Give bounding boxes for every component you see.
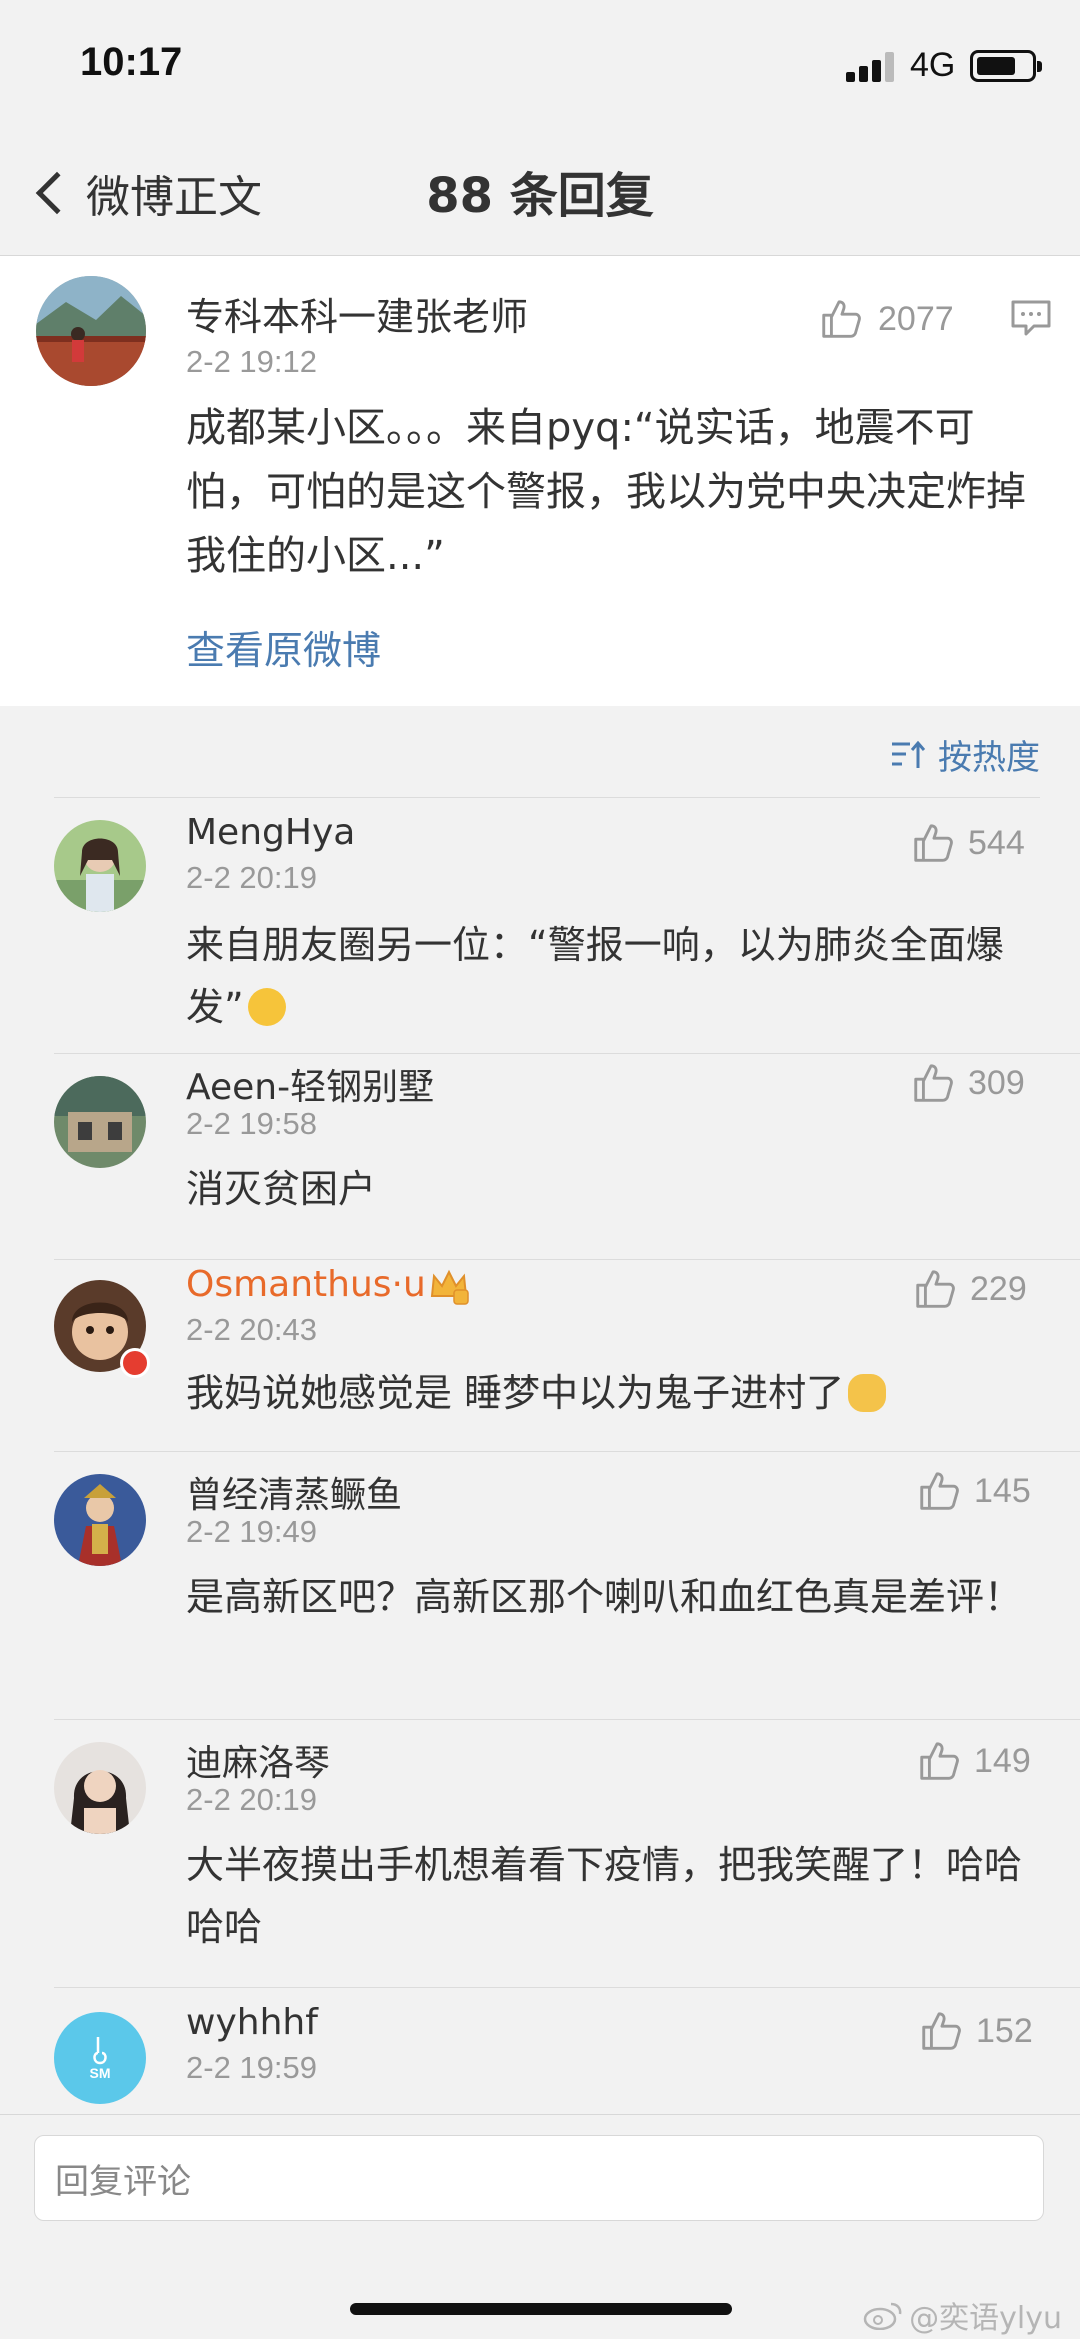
comment-item: 迪麻洛琴 2-2 20:19 149 大半夜摸出手机想着看下疫情，把我笑醒了！哈… (0, 1720, 1080, 1988)
finger-icon (93, 2037, 107, 2065)
reply-footer: 回复评论 @奕语ylyu (0, 2114, 1080, 2339)
avatar[interactable]: SM (54, 2012, 146, 2104)
thumbs-up-icon (914, 1064, 953, 1102)
post-like-button[interactable]: 2077 (818, 296, 954, 342)
original-post: 专科本科一建张老师 2-2 19:12 2077 成都某小区。。。来自pyq:“… (0, 256, 1080, 706)
comment-time: 2-2 19:58 (186, 1106, 317, 1141)
comment-item: MengHya 2-2 20:19 544 来自朋友圈另一位：“警报一响，以为肺… (0, 798, 1080, 1054)
comment-time: 2-2 19:59 (186, 2050, 317, 2085)
page-title: 88 条回复 (426, 168, 654, 224)
comment-author[interactable]: MengHya (186, 812, 355, 853)
comment-list: MengHya 2-2 20:19 544 来自朋友圈另一位：“警报一响，以为肺… (0, 798, 1080, 2114)
comment-time: 2-2 19:49 (186, 1514, 317, 1549)
watermark-text: @奕语ylyu (909, 2301, 1062, 2336)
thumbs-up-icon (916, 1270, 955, 1308)
like-count: 145 (974, 1471, 1031, 1510)
comment-time: 2-2 20:19 (186, 1782, 317, 1817)
comment-author[interactable]: wyhhhf (186, 2002, 318, 2043)
post-like-count: 2077 (878, 299, 954, 338)
thumbs-up-icon (914, 824, 953, 862)
thumbs-up-icon (920, 1742, 959, 1780)
like-count: 229 (970, 1269, 1027, 1308)
sort-icon (892, 740, 926, 768)
weibo-logo-icon (863, 2302, 902, 2330)
comment-text-content: 来自朋友圈另一位：“警报一响，以为肺炎全面爆发” (186, 923, 1004, 1029)
post-text: 成都某小区。。。来自pyq:“说实话，地震不可怕，可怕的是这个警报，我以为党中央… (186, 405, 1026, 579)
comment-text: 我妈说她感觉是 睡梦中以为鬼子进村了 (186, 1362, 1046, 1424)
reply-input[interactable]: 回复评论 (34, 2135, 1044, 2221)
comment-icon[interactable] (1010, 298, 1052, 338)
like-count: 309 (968, 1063, 1025, 1102)
comment-text: 消灭贫困户 (186, 1167, 377, 1211)
sort-by-hot-button[interactable]: 按热度 (890, 730, 1040, 779)
like-count: 544 (968, 823, 1025, 862)
thumbs-up-icon (822, 300, 861, 338)
like-button[interactable]: 309 (910, 1060, 1025, 1106)
home-indicator[interactable] (350, 2303, 732, 2315)
like-button[interactable]: 145 (916, 1468, 1031, 1514)
post-author[interactable]: 专科本科一建张老师 (186, 286, 528, 341)
post-time: 2-2 19:12 (186, 344, 317, 379)
battery-icon (970, 50, 1042, 82)
avatar[interactable] (54, 1742, 146, 1834)
verified-badge-icon (120, 1348, 150, 1378)
like-button[interactable]: 152 (918, 2008, 1033, 2054)
comment-author[interactable]: 迪麻洛琴 (186, 1734, 330, 1786)
comment-text-content: 我妈说她感觉是 睡梦中以为鬼子进村了 (186, 1371, 845, 1415)
network-type: 4G (910, 46, 956, 84)
sort-label: 按热度 (938, 738, 1040, 778)
sweat-emoji-icon (848, 1374, 887, 1412)
vip-crown-icon (430, 1269, 469, 1305)
like-button[interactable]: 229 (912, 1266, 1027, 1312)
watermark: @奕语ylyu (863, 2293, 1062, 2337)
view-original-link[interactable]: 查看原微博 (186, 620, 381, 676)
avatar[interactable] (54, 1474, 146, 1566)
status-bar: 10:17 4G (0, 0, 1080, 132)
crying-laugh-emoji-icon (247, 988, 286, 1026)
comment-author[interactable]: Aeen-轻钢别墅 (186, 1058, 434, 1110)
like-button[interactable]: 149 (916, 1738, 1031, 1784)
comment-author[interactable]: Osmanthus·u (186, 1264, 426, 1305)
comment-author[interactable]: 曾经清蒸鳜鱼 (186, 1466, 402, 1518)
comment-item: 曾经清蒸鳜鱼 2-2 19:49 145 是高新区吧？高新区那个喇叭和血红色真是… (0, 1452, 1080, 1720)
comment-author-text: Osmanthus·u (186, 1264, 426, 1305)
like-count: 152 (976, 2011, 1033, 2050)
comment-item: SM wyhhhf 2-2 19:59 152 (0, 1988, 1080, 2114)
comment-item: Osmanthus·u 2-2 20:43 229 我妈说她感觉是 睡梦中以为鬼… (0, 1260, 1080, 1452)
comment-time: 2-2 20:19 (186, 860, 317, 895)
avatar[interactable] (36, 276, 146, 386)
status-time: 10:17 (80, 40, 183, 84)
like-button[interactable]: 544 (910, 820, 1025, 866)
sort-row: 按热度 (0, 706, 1080, 798)
comment-time: 2-2 20:43 (186, 1312, 317, 1347)
signal-icon (846, 50, 898, 82)
nav-bar: 微博正文 88 条回复 (0, 132, 1080, 256)
comment-text: 大半夜摸出手机想着看下疫情，把我笑醒了！哈哈哈哈 (186, 1843, 1023, 1949)
comment-text: 是高新区吧？高新区那个喇叭和血红色真是差评！ (186, 1575, 1023, 1619)
comment-item: Aeen-轻钢别墅 2-2 19:58 309 消灭贫困户 (0, 1054, 1080, 1260)
avatar[interactable] (54, 820, 146, 912)
thumbs-up-icon (922, 2012, 961, 2050)
avatar[interactable] (54, 1076, 146, 1168)
thumbs-up-icon (920, 1472, 959, 1510)
like-count: 149 (974, 1741, 1031, 1780)
avatar-text: SM (89, 2065, 111, 2081)
comment-text: 来自朋友圈另一位：“警报一响，以为肺炎全面爆发” (186, 914, 1046, 1038)
